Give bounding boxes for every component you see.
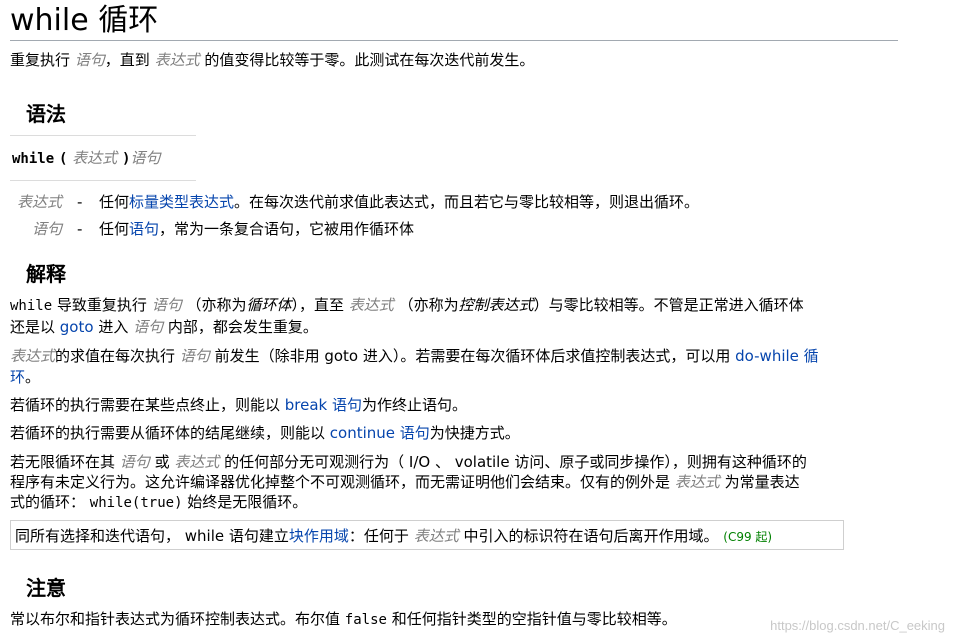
section-heading-explanation: 解释 (26, 262, 66, 286)
param-description: 任何标量类型表达式。在每次迭代前求值此表达式，而且若它与零比较相等，则退出循环。 (99, 193, 700, 211)
link-block-scope[interactable]: 块作用域 (289, 527, 349, 545)
param-ref-statement: 语句 (74, 51, 105, 69)
syntax-box: while ( 表达式 )语句 (10, 135, 196, 181)
param-name: 语句 (31, 220, 62, 238)
link-do-while-cont[interactable]: 环 (10, 368, 25, 386)
param-description: 任何语句，常为一条复合语句，它被用作循环体 (99, 220, 415, 238)
param-name: 表达式 (16, 193, 62, 211)
explanation-paragraph-3: 若循环的执行需要在某些点终止，则能以 break 语句为作终止语句。 (10, 396, 468, 414)
syntax-expression: 表达式 (72, 149, 118, 167)
explanation-paragraph-5-cont: 程序有未定义行为。这允许编译器优化掉整个不可观测循环，而无需证明他们会结束。仅有… (10, 473, 800, 491)
explanation-paragraph-4: 若循环的执行需要从循环体的结尾继续，则能以 continue 语句为快捷方式。 (10, 424, 520, 442)
page-title: while 循环 (10, 2, 898, 41)
explanation-paragraph-5: 若无限循环在其 语句 或 表达式 的任何部分无可观测行为（ I/O 、 vola… (10, 453, 807, 471)
explanation-paragraph-2-cont: 环。 (10, 368, 41, 386)
code-false: false (344, 612, 387, 628)
param-ref-expression: 表达式 (154, 51, 200, 69)
watermark: https://blog.csdn.net/C_eeking (770, 618, 945, 633)
link-statement[interactable]: 语句 (129, 220, 159, 238)
explanation-paragraph-2: 表达式的求值在每次执行 语句 前发生（除非用 goto 进入）。若需要在每次循环… (10, 347, 819, 365)
c99-note-box: 同所有选择和迭代语句， while 语句建立块作用域：任何于 表达式 中引入的标… (10, 520, 844, 550)
code-while-true: while(true) (89, 495, 183, 511)
code-while: while (10, 298, 53, 314)
link-do-while[interactable]: do-while 循 (735, 347, 819, 365)
c99-note-text: 同所有选择和迭代语句， while 语句建立块作用域：任何于 表达式 中引入的标… (15, 527, 773, 545)
link-goto[interactable]: goto (60, 318, 94, 336)
intro-paragraph: 重复执行 语句，直到 表达式 的值变得比较等于零。此测试在每次迭代前发生。 (10, 51, 535, 69)
explanation-paragraph-5-cont2: 式的循环： while(true) 始终是无限循环。 (10, 493, 308, 511)
section-heading-syntax: 语法 (26, 102, 66, 126)
explanation-paragraph-1: while 导致重复执行 语句 （亦称为循环体），直至 表达式 （亦称为控制表达… (10, 296, 804, 314)
explanation-paragraph-1-cont: 还是以 goto 进入 语句 内部，都会发生重复。 (10, 318, 318, 336)
syntax-line: while ( 表达式 )语句 (12, 149, 161, 167)
since-badge: (C99 起) (723, 530, 773, 544)
section-heading-notes: 注意 (26, 576, 66, 600)
link-scalar-expression[interactable]: 标量类型表达式 (129, 193, 234, 211)
link-break[interactable]: break 语句 (285, 396, 362, 414)
syntax-statement: 语句 (130, 149, 161, 167)
notes-paragraph: 常以布尔和指针表达式为循环控制表达式。布尔值 false 和任何指针类型的空指针… (10, 610, 677, 628)
link-continue[interactable]: continue 语句 (330, 424, 430, 442)
keyword-while: while (12, 151, 55, 167)
